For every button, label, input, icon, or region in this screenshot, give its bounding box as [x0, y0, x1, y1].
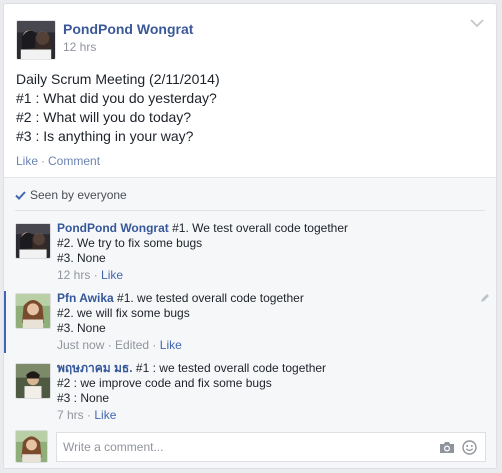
seen-text: Seen by everyone	[30, 188, 127, 202]
post-body-line: #3 : Is anything in your way?	[16, 128, 194, 144]
separator-dot: ·	[41, 154, 46, 168]
comment-text-line: #1. We test overall code together	[172, 221, 348, 235]
comment-text-line: #1. we tested overall code together	[117, 291, 304, 305]
separator-dot: ·	[87, 408, 92, 422]
comment-like-link[interactable]: Like	[94, 408, 116, 422]
separator-dot: ·	[107, 338, 112, 352]
comment-text-line: #2. We try to fix some bugs	[57, 236, 203, 250]
comment-text-line: #2. we will fix some bugs	[57, 306, 190, 320]
comment-meta: 7 hrs · Like	[57, 407, 476, 423]
comment-text-line: #3. None	[57, 321, 106, 335]
comment-timestamp[interactable]: Just now	[57, 338, 104, 352]
comment-author[interactable]: พฤษภาคม มธ.	[57, 361, 133, 375]
comment-item: Pfn Awika #1. we tested overall code tog…	[4, 291, 496, 353]
chevron-down-icon[interactable]	[470, 18, 484, 28]
feedback-section: Seen by everyone PondPond Wongrat #1. We…	[4, 177, 496, 468]
post-author-name[interactable]: PondPond Wongrat	[63, 21, 193, 37]
comment-text-line: #2 : we improve code and fix some bugs	[57, 376, 272, 390]
comment-meta: 12 hrs · Like	[57, 267, 476, 283]
seen-indicator: Seen by everyone	[15, 188, 127, 202]
comment-input[interactable]	[63, 438, 423, 456]
post-body-line: #1 : What did you do yesterday?	[16, 90, 217, 106]
camera-icon[interactable]	[439, 441, 455, 454]
post-body-line: #2 : What will you do today?	[16, 109, 192, 125]
separator-dot: ·	[152, 338, 157, 352]
comment-content: พฤษภาคม มธ. #1 : we tested overall code …	[57, 361, 476, 423]
author-avatar[interactable]	[16, 20, 56, 60]
comment-text-line: #3. None	[57, 251, 106, 265]
comment-content: PondPond Wongrat #1. We test overall cod…	[57, 221, 476, 283]
separator-dot: ·	[93, 268, 98, 282]
comment-content: Pfn Awika #1. we tested overall code tog…	[57, 291, 478, 353]
comment-timestamp[interactable]: 12 hrs	[57, 268, 90, 282]
post-card: PondPond Wongrat 12 hrs Daily Scrum Meet…	[3, 3, 497, 469]
edited-label[interactable]: Edited	[115, 338, 149, 352]
smiley-icon[interactable]	[462, 440, 477, 455]
pencil-icon[interactable]	[480, 293, 490, 303]
comment-text-line: #1 : we tested overall code together	[135, 361, 327, 375]
comment-avatar[interactable]	[15, 293, 51, 329]
divider	[15, 210, 485, 211]
comment-author[interactable]: PondPond Wongrat	[57, 221, 169, 235]
post-header: PondPond Wongrat 12 hrs	[4, 4, 496, 64]
post-body-line: Daily Scrum Meeting (2/11/2014)	[16, 71, 220, 87]
comment-like-link[interactable]: Like	[160, 338, 182, 352]
comment-text-line: #3 : None	[57, 391, 110, 405]
comment-link[interactable]: Comment	[48, 154, 100, 168]
comment-author[interactable]: Pfn Awika	[57, 291, 114, 305]
post-timestamp[interactable]: 12 hrs	[63, 40, 96, 54]
comment-avatar[interactable]	[15, 223, 51, 259]
composer-avatar[interactable]	[15, 430, 48, 463]
comment-item: พฤษภาคม มธ. #1 : we tested overall code …	[4, 361, 496, 423]
comment-item: PondPond Wongrat #1. We test overall cod…	[4, 221, 496, 283]
post-actions: Like · Comment	[16, 154, 100, 168]
comment-timestamp[interactable]: 7 hrs	[57, 408, 84, 422]
like-link[interactable]: Like	[16, 154, 38, 168]
comment-avatar[interactable]	[15, 363, 51, 399]
comment-composer[interactable]	[56, 432, 486, 462]
comment-meta: Just now · Edited · Like	[57, 337, 478, 353]
post-body: Daily Scrum Meeting (2/11/2014) #1 : Wha…	[16, 70, 476, 146]
check-icon	[15, 191, 26, 200]
comment-like-link[interactable]: Like	[101, 268, 123, 282]
